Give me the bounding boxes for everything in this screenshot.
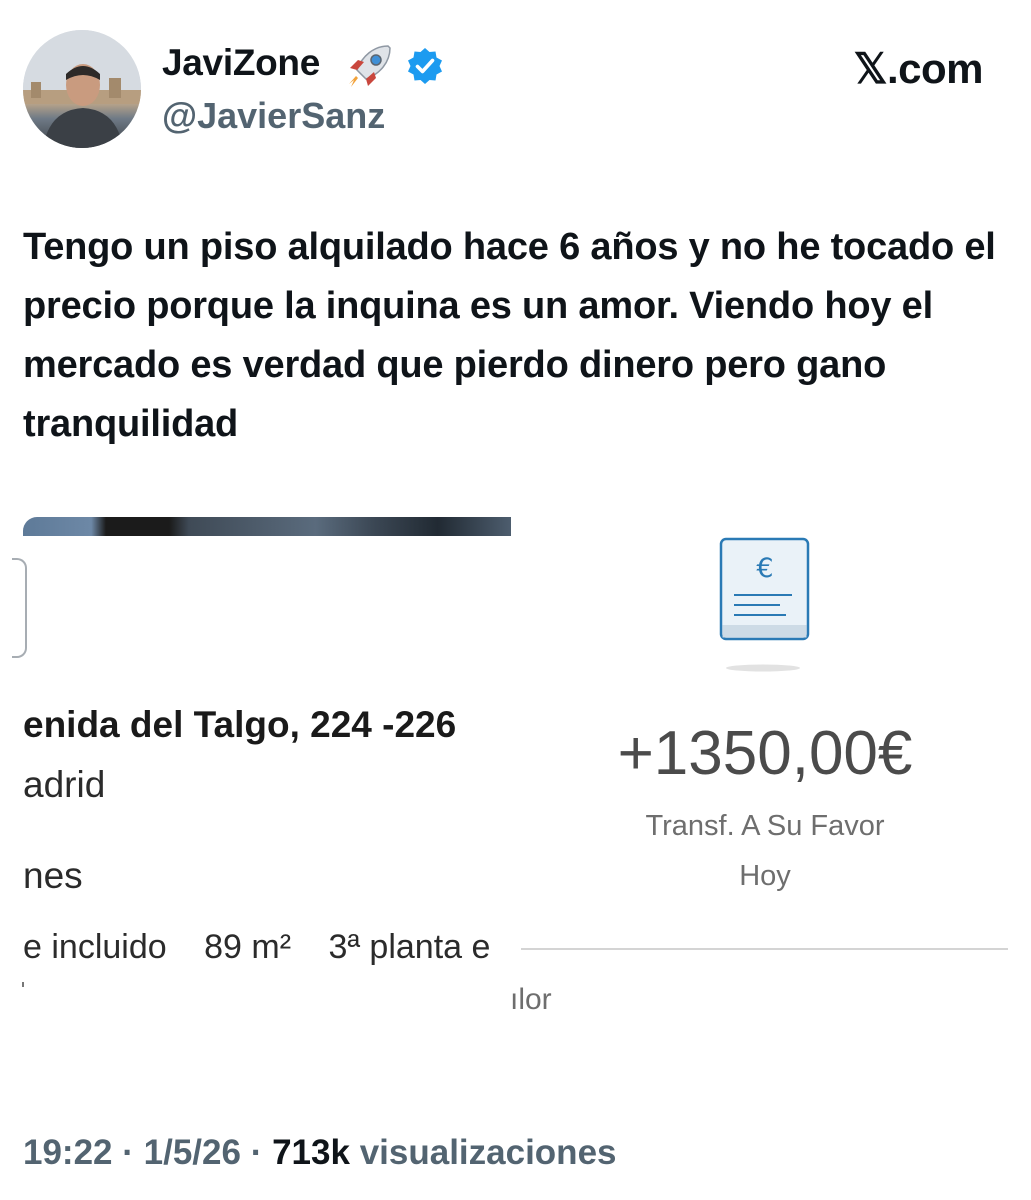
display-name[interactable]: JaviZone	[162, 42, 320, 84]
meta-separator: ·	[250, 1133, 263, 1172]
feature-included: e incluido	[23, 928, 167, 966]
euro-symbol: €	[756, 553, 773, 584]
feature-area: 89 m²	[204, 928, 292, 966]
tweet-meta: 19:22 · 1/5/26 · 713k visualizaciones	[23, 1133, 617, 1173]
tweet-date[interactable]: 1/5/26	[144, 1133, 241, 1172]
site-label: 𝕏.com	[853, 45, 984, 92]
feature-floor: 3ª planta e	[328, 928, 491, 966]
views-count[interactable]: 713k	[272, 1133, 350, 1172]
author-handle[interactable]: @JavierSanz	[162, 95, 385, 137]
listing-address: enida del Talgo, 224 -226	[23, 704, 457, 745]
divider	[521, 948, 1008, 950]
avatar-photo	[23, 30, 141, 148]
listing-features: e incluido 89 m² 3ª planta e	[23, 928, 511, 967]
listing-card-outline	[12, 558, 27, 658]
rocket-icon	[349, 45, 391, 87]
avatar[interactable]	[23, 30, 141, 148]
transfer-amount: +1350,00€	[617, 719, 913, 788]
crop-mark	[22, 982, 24, 987]
cropped-text-fragment: ılor	[510, 983, 552, 1016]
listing-city: adrid	[23, 764, 106, 805]
tweet-text: Tengo un piso alquilado hace 6 años y no…	[23, 226, 996, 445]
euro-receipt-icon: €	[719, 537, 810, 672]
verified-badge-icon[interactable]	[405, 46, 445, 86]
listing-rooms: nes	[23, 855, 83, 896]
views-label: visualizaciones	[359, 1133, 617, 1172]
transfer-date: Hoy	[739, 860, 791, 892]
listing-photo	[23, 517, 511, 536]
transfer-label: Transf. A Su Favor	[645, 810, 885, 842]
tweet-time[interactable]: 19:22	[23, 1133, 113, 1172]
meta-separator: ·	[122, 1133, 134, 1172]
